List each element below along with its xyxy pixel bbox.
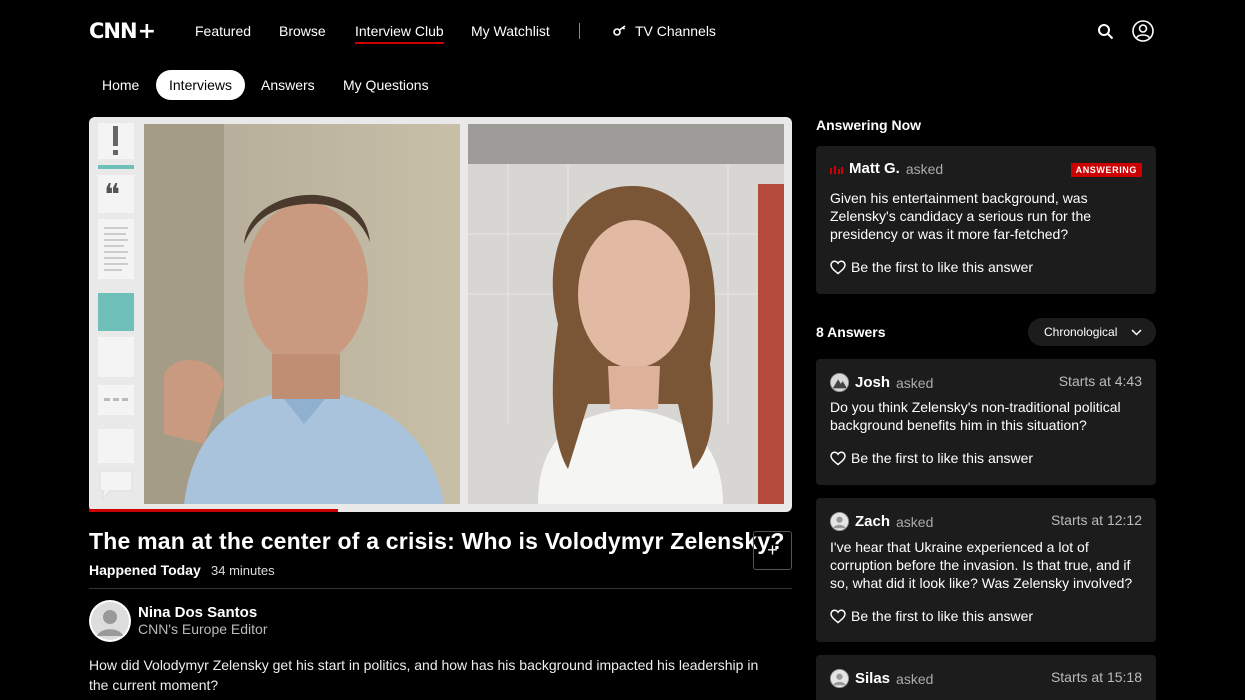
video-tag: Happened Today xyxy=(89,562,201,578)
nav-tv-channels[interactable]: TV Channels xyxy=(613,23,716,39)
heart-icon xyxy=(830,260,846,274)
nav-browse[interactable]: Browse xyxy=(279,23,326,39)
heart-icon xyxy=(830,609,846,623)
subnav-home[interactable]: Home xyxy=(102,70,139,100)
like-label: Be the first to like this answer xyxy=(851,450,1034,466)
asker: Silas asked xyxy=(830,669,933,688)
like-label: Be the first to like this answer xyxy=(851,608,1034,624)
starts-at[interactable]: Starts at 15:18 xyxy=(1051,669,1142,685)
asker-name: Silas xyxy=(855,670,891,687)
nav-my-watchlist[interactable]: My Watchlist xyxy=(471,23,550,39)
answering-badge: ANSWERING xyxy=(1070,163,1142,177)
answering-now-heading: Answering Now xyxy=(816,117,922,133)
sub-nav: Home Interviews Answers My Questions xyxy=(0,70,700,100)
avatar xyxy=(830,669,849,688)
answering-now-card[interactable]: Matt G. asked ANSWERING Given his entert… xyxy=(816,146,1156,294)
heart-icon xyxy=(830,451,846,465)
search-icon[interactable] xyxy=(1094,20,1116,42)
avatar xyxy=(830,373,849,392)
plus-icon: + xyxy=(767,540,778,560)
video-player[interactable]: ❝ xyxy=(89,117,792,512)
answer-card[interactable]: Josh asked Starts at 4:43 Do you think Z… xyxy=(816,359,1156,485)
top-nav: CNN + Featured Browse Interview Club My W… xyxy=(0,0,1245,62)
svg-text:❝: ❝ xyxy=(104,178,120,213)
video-feed-guest xyxy=(468,124,784,504)
question-text: Given his entertainment background, was … xyxy=(830,190,1092,242)
like-label: Be the first to like this answer xyxy=(851,259,1034,275)
asked-label: asked xyxy=(896,670,934,687)
key-icon xyxy=(613,25,626,36)
subnav-my-questions[interactable]: My Questions xyxy=(343,70,429,100)
like-button[interactable]: Be the first to like this answer xyxy=(830,608,1033,624)
audio-bars-icon xyxy=(830,165,843,174)
avatar xyxy=(830,512,849,531)
subnav-interviews[interactable]: Interviews xyxy=(156,70,246,100)
asked-label: asked xyxy=(896,513,934,530)
video-title: The man at the center of a crisis: Who i… xyxy=(89,528,785,554)
subnav-answers[interactable]: Answers xyxy=(261,70,315,100)
host-avatar xyxy=(89,600,131,642)
background-thumbnails: ❝ xyxy=(98,123,134,503)
asker: Zach asked xyxy=(830,512,933,531)
add-to-watchlist-button[interactable]: + xyxy=(753,531,792,570)
video-progress-bar[interactable] xyxy=(89,509,338,512)
answer-card[interactable]: Silas asked Starts at 15:18 xyxy=(816,655,1156,700)
asked-label: asked xyxy=(896,374,934,391)
sort-label: Chronological xyxy=(1044,325,1118,339)
account-icon[interactable] xyxy=(1132,20,1154,42)
nav-interview-club[interactable]: Interview Club xyxy=(355,23,444,44)
host-name[interactable]: Nina Dos Santos xyxy=(138,604,257,621)
starts-at[interactable]: Starts at 12:12 xyxy=(1051,512,1142,528)
sort-dropdown[interactable]: Chronological xyxy=(1028,318,1156,346)
tv-channels-label: TV Channels xyxy=(635,23,716,39)
asker-name: Zach xyxy=(855,513,891,530)
asked-label: asked xyxy=(905,160,944,177)
video-feed-host xyxy=(144,124,460,504)
chevron-down-icon xyxy=(1131,328,1142,336)
logo-text: CNN xyxy=(89,19,138,43)
video-description: How did Volodymyr Zelensky get his start… xyxy=(89,657,759,693)
question-text: I've hear that Ukraine experienced a lot… xyxy=(830,539,1133,591)
asker: Josh asked xyxy=(830,373,933,392)
like-button[interactable]: Be the first to like this answer xyxy=(830,259,1033,275)
starts-at[interactable]: Starts at 4:43 xyxy=(1059,373,1142,389)
question-text: Do you think Zelensky's non-traditional … xyxy=(830,399,1121,433)
cnn-plus-logo[interactable]: CNN + xyxy=(89,18,156,44)
asker-name: Matt G. xyxy=(849,160,900,177)
like-button[interactable]: Be the first to like this answer xyxy=(830,450,1033,466)
divider xyxy=(89,588,792,589)
nav-divider xyxy=(579,23,580,39)
answers-heading: 8 Answers xyxy=(816,324,886,340)
logo-plus: + xyxy=(137,18,156,44)
host-role: CNN's Europe Editor xyxy=(138,621,268,637)
nav-featured[interactable]: Featured xyxy=(195,23,251,39)
asker-name: Josh xyxy=(855,374,891,391)
asker: Matt G. asked xyxy=(830,160,943,177)
video-duration: 34 minutes xyxy=(211,563,275,578)
answer-card[interactable]: Zach asked Starts at 12:12 I've hear tha… xyxy=(816,498,1156,642)
